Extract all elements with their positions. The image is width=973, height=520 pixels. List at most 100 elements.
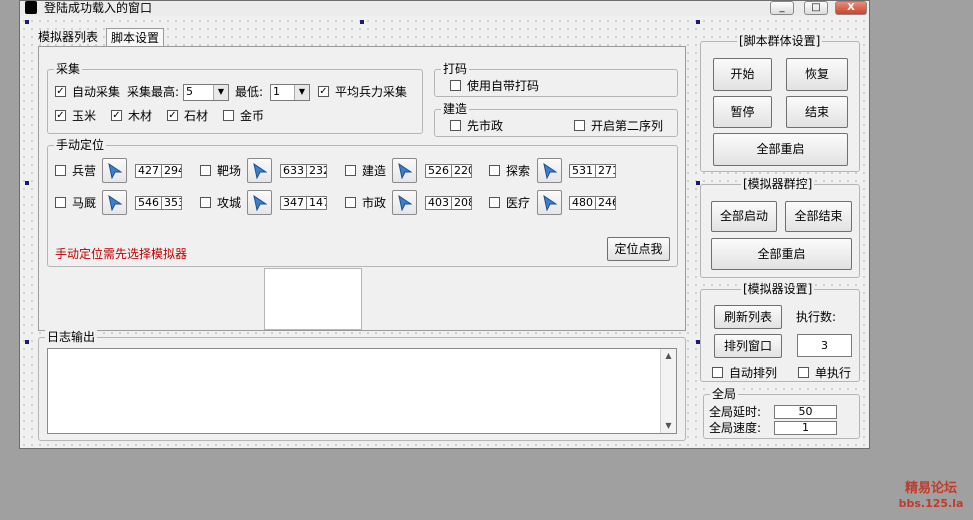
end-all-button[interactable]: 全部结束 [785,201,852,232]
stable-pick-button[interactable] [102,190,127,215]
range-coord: 633 232 [280,164,327,178]
range-x: 633 [283,164,304,177]
tab-script-settings[interactable]: 脚本设置 [106,28,165,47]
start-all-button[interactable]: 全部启动 [711,201,777,232]
emulator-settings-title: [模拟器设置] [741,282,815,296]
explore-x: 531 [572,164,593,177]
scroll-down-icon[interactable]: ▼ [661,419,676,433]
city-hall-checkbox[interactable] [345,197,356,208]
medical-label: 医疗 [506,196,531,210]
cursor-icon [398,163,412,179]
barracks-label: 兵营 [72,164,97,178]
stable-coord: 546 353 [135,196,182,210]
log-textarea[interactable]: ▲ ▼ [47,348,677,434]
gold-label: 金币 [240,109,265,123]
emulator-settings-group: [模拟器设置] 刷新列表 执行数: 排列窗口 3 自动排列 单执行 [700,282,860,382]
range-y: 232 [309,164,326,177]
close-button[interactable]: X [835,1,867,15]
minimize-button[interactable]: _ [770,1,794,15]
locate-me-button[interactable]: 定位点我 [607,237,670,261]
auto-collect-checkbox[interactable]: ✓ [55,86,66,97]
global-speed-input[interactable]: 1 [774,421,837,435]
resize-handle[interactable] [25,340,29,344]
pause-button[interactable]: 暂停 [713,96,772,128]
scroll-up-icon[interactable]: ▲ [661,349,676,363]
siege-pick-button[interactable] [247,190,272,215]
tab-emulator-list[interactable]: 模拟器列表 [34,28,102,47]
log-scrollbar[interactable]: ▲ ▼ [660,349,676,433]
exec-count-input[interactable]: 3 [797,334,852,357]
chevron-down-icon: ▼ [294,85,309,100]
stone-checkbox[interactable]: ✓ [167,110,178,121]
restart-all-emulator-button[interactable]: 全部重启 [711,238,852,270]
barracks-pick-button[interactable] [102,158,127,183]
range-checkbox[interactable] [200,165,211,176]
explore-y: 271 [598,164,615,177]
explore-pick-button[interactable] [537,158,562,183]
city-hall-coord: 403 208 [425,196,472,210]
collect-max-value: 5 [186,85,193,98]
build-locate-checkbox[interactable] [345,165,356,176]
main-window: 登陆成功载入的窗口 _ □ X 模拟器列表 脚本设置 采集 ✓ 自动采集 采集最… [19,0,870,449]
stable-label: 马厩 [72,196,97,210]
build-group: 建造 先市政 开启第二序列 [434,102,678,137]
end-button[interactable]: 结束 [786,96,848,128]
use-own-captcha-label: 使用自带打码 [467,79,540,93]
resize-handle[interactable] [696,181,700,185]
medical-coord: 480 246 [569,196,616,210]
siege-coord: 347 147 [280,196,327,210]
resize-handle[interactable] [25,181,29,185]
start-button[interactable]: 开始 [713,58,772,91]
stone-label: 石材 [184,109,209,123]
resize-handle[interactable] [360,20,364,24]
auto-arrange-label: 自动排列 [729,366,778,380]
collect-min-value: 1 [273,85,280,98]
siege-checkbox[interactable] [200,197,211,208]
manual-locate-warning: 手动定位需先选择模拟器 [55,247,188,261]
maximize-button[interactable]: □ [804,1,828,15]
resize-handle[interactable] [696,20,700,24]
first-city-checkbox[interactable] [450,120,461,131]
auto-arrange-checkbox[interactable] [712,367,723,378]
captcha-group-title: 打码 [441,62,470,76]
collect-min-label: 最低: [235,85,264,99]
cursor-icon [253,195,267,211]
avg-troop-checkbox[interactable]: ✓ [318,86,329,97]
restart-all-script-button[interactable]: 全部重启 [713,133,848,166]
wood-checkbox[interactable]: ✓ [111,110,122,121]
collect-max-select[interactable]: 5 ▼ [183,84,229,101]
city-hall-pick-button[interactable] [392,190,417,215]
global-delay-input[interactable]: 50 [774,405,837,419]
arrange-windows-button[interactable]: 排列窗口 [714,334,782,358]
barracks-y: 294 [164,164,181,177]
log-title: 日志输出 [45,330,98,344]
resize-handle[interactable] [25,20,29,24]
collect-group-title: 采集 [54,62,83,76]
city-hall-label: 市政 [362,196,387,210]
auto-collect-label: 自动采集 [72,85,121,99]
explore-checkbox[interactable] [489,165,500,176]
build-pick-button[interactable] [392,158,417,183]
cursor-icon [398,195,412,211]
emulator-control-group: [模拟器群控] 全部启动 全部结束 全部重启 [700,177,860,278]
range-label: 靶场 [217,164,242,178]
collect-min-select[interactable]: 1 ▼ [270,84,310,101]
medical-checkbox[interactable] [489,197,500,208]
range-pick-button[interactable] [247,158,272,183]
medical-pick-button[interactable] [537,190,562,215]
use-own-captcha-checkbox[interactable] [450,80,461,91]
script-group: [脚本群体设置] 开始 恢复 暂停 结束 全部重启 [700,34,860,172]
single-exec-checkbox[interactable] [798,367,809,378]
resume-button[interactable]: 恢复 [786,58,848,91]
second-queue-checkbox[interactable] [574,120,585,131]
script-settings-panel: 采集 ✓ 自动采集 采集最高: 5 ▼ 最低: 1 ▼ ✓ 平均兵力采集 ✓ 玉米 … [38,46,686,331]
gold-checkbox[interactable] [223,110,234,121]
cursor-icon [543,163,557,179]
corn-checkbox[interactable]: ✓ [55,110,66,121]
medical-y: 246 [598,196,615,209]
refresh-list-button[interactable]: 刷新列表 [714,305,782,329]
barracks-checkbox[interactable] [55,165,66,176]
stable-x: 546 [138,196,159,209]
stable-checkbox[interactable] [55,197,66,208]
first-city-label: 先市政 [467,119,504,133]
